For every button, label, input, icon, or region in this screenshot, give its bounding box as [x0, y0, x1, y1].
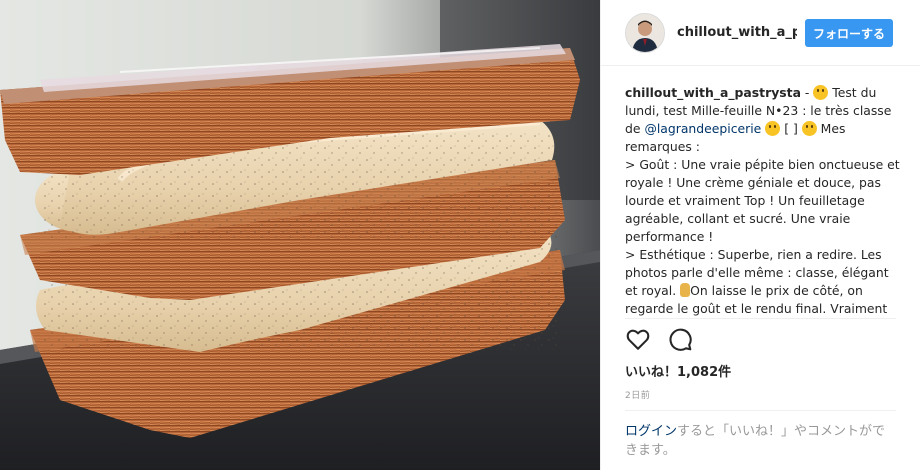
post-caption: chillout_with_a_pastrysta - Test du lund… [625, 84, 901, 316]
mille-feuille-image [0, 0, 600, 470]
caption-text: [ ] [780, 121, 802, 136]
caption-mention-link[interactable]: @lagrandeepicerie [644, 121, 761, 136]
divider [625, 318, 896, 319]
ok-hand-emoji-icon [680, 283, 691, 297]
post-side-panel: chillout_with_a_pa フォローする chillout_with_… [600, 0, 920, 470]
follow-button[interactable]: フォローする [805, 18, 894, 47]
login-prompt: ログインすると「いいね！」やコメントができます。 [625, 422, 895, 460]
yum-emoji-icon [765, 121, 781, 136]
login-link[interactable]: ログイン [625, 424, 677, 439]
divider [625, 410, 896, 411]
caption-text: - [800, 85, 814, 100]
comment-icon [669, 328, 692, 351]
avatar-image [626, 13, 664, 52]
heart-icon [626, 329, 650, 350]
comment-button[interactable] [667, 326, 693, 356]
smile-emoji-icon [801, 121, 817, 136]
post-photo[interactable] [0, 0, 600, 470]
post-header: chillout_with_a_pa フォローする [601, 0, 920, 66]
header-username[interactable]: chillout_with_a_pa [677, 25, 797, 40]
avatar[interactable] [625, 12, 665, 53]
yum-emoji-icon [813, 85, 829, 100]
action-bar [625, 326, 693, 356]
post-timestamp: 2日前 [625, 391, 651, 401]
caption-username[interactable]: chillout_with_a_pastrysta [625, 85, 801, 100]
caption-line-gout: > Goût : Une vraie pépite bien onctueuse… [625, 157, 900, 244]
like-count[interactable]: いいね！1,082件 [625, 361, 731, 380]
like-button[interactable] [625, 326, 651, 356]
